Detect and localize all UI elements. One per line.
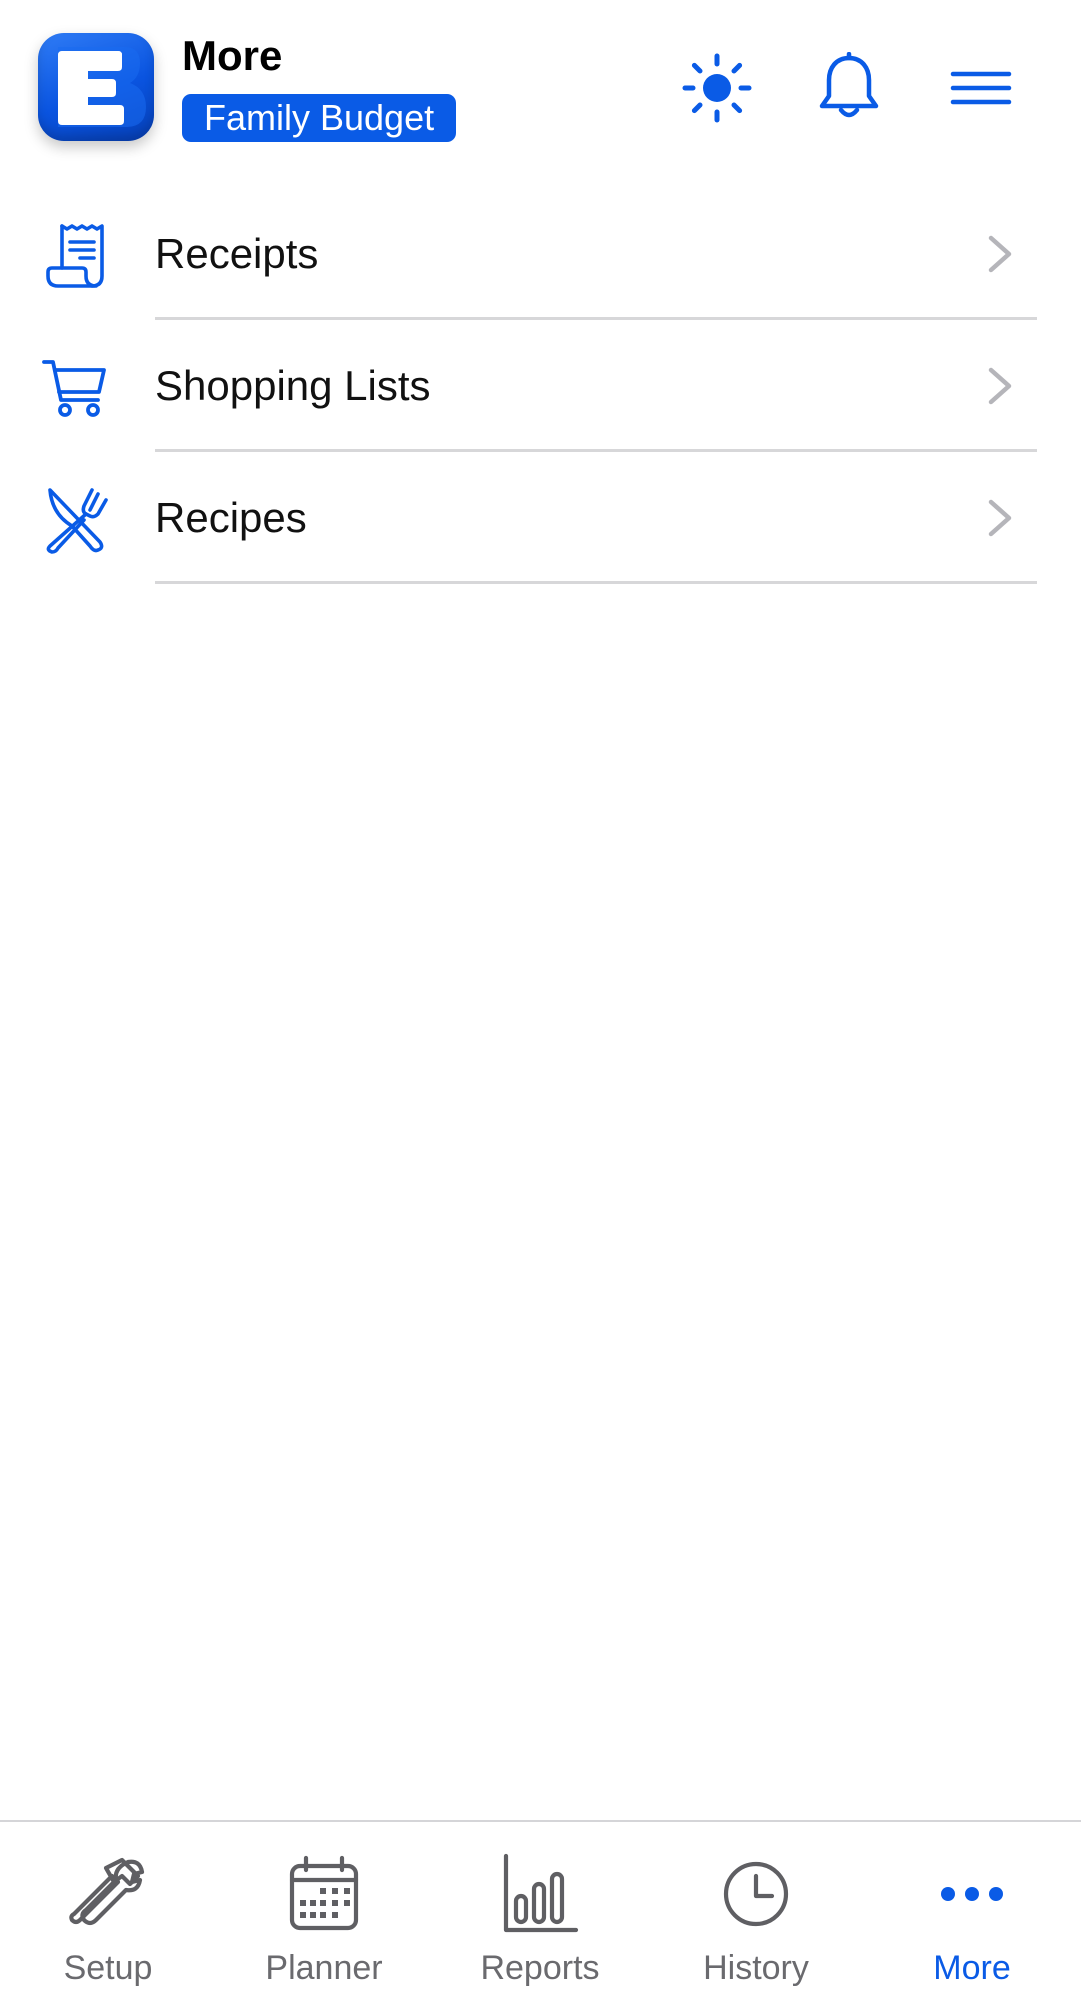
chevron-right-icon (988, 499, 1012, 537)
more-menu-list: Receipts Shopping Lists Recipes (0, 188, 1081, 584)
tab-planner[interactable]: Planner (216, 1822, 432, 2001)
notifications-button[interactable] (809, 48, 889, 128)
tab-label: Reports (480, 1949, 600, 1987)
header: More Family Budget (0, 0, 1081, 175)
tab-label: More (933, 1949, 1011, 1987)
tools-icon (66, 1852, 150, 1936)
menu-item-shopping-lists[interactable]: Shopping Lists (0, 320, 1081, 452)
tab-setup[interactable]: Setup (0, 1822, 216, 2001)
tab-label: Setup (63, 1949, 153, 1987)
clock-icon (714, 1852, 798, 1936)
bar-chart-icon (498, 1852, 582, 1936)
utensils-icon (40, 484, 112, 556)
app-logo (38, 33, 154, 141)
bell-icon (819, 52, 879, 118)
hamburger-menu-icon (950, 71, 1012, 105)
calendar-icon (282, 1852, 366, 1936)
menu-button[interactable] (941, 48, 1021, 128)
tab-reports[interactable]: Reports (432, 1822, 648, 2001)
tab-label: Planner (265, 1949, 383, 1987)
tab-more[interactable]: More (864, 1822, 1080, 2001)
chevron-right-icon (988, 235, 1012, 273)
ellipsis-icon (930, 1852, 1014, 1936)
page-title: More (182, 32, 283, 79)
tab-label: History (703, 1949, 809, 1987)
receipt-icon (40, 220, 112, 292)
menu-item-label: Receipts (155, 230, 319, 277)
menu-item-receipts[interactable]: Receipts (0, 188, 1081, 320)
menu-item-label: Recipes (155, 494, 307, 541)
tab-bar: Setup Planner Reports History More (0, 1820, 1081, 2001)
divider (155, 581, 1037, 584)
shopping-cart-icon (40, 352, 112, 424)
menu-item-recipes[interactable]: Recipes (0, 452, 1081, 584)
theme-toggle-button[interactable] (677, 48, 757, 128)
sun-icon (682, 53, 752, 123)
tab-history[interactable]: History (648, 1822, 864, 2001)
chevron-right-icon (988, 367, 1012, 405)
budget-badge[interactable]: Family Budget (182, 94, 457, 142)
menu-item-label: Shopping Lists (155, 362, 431, 409)
